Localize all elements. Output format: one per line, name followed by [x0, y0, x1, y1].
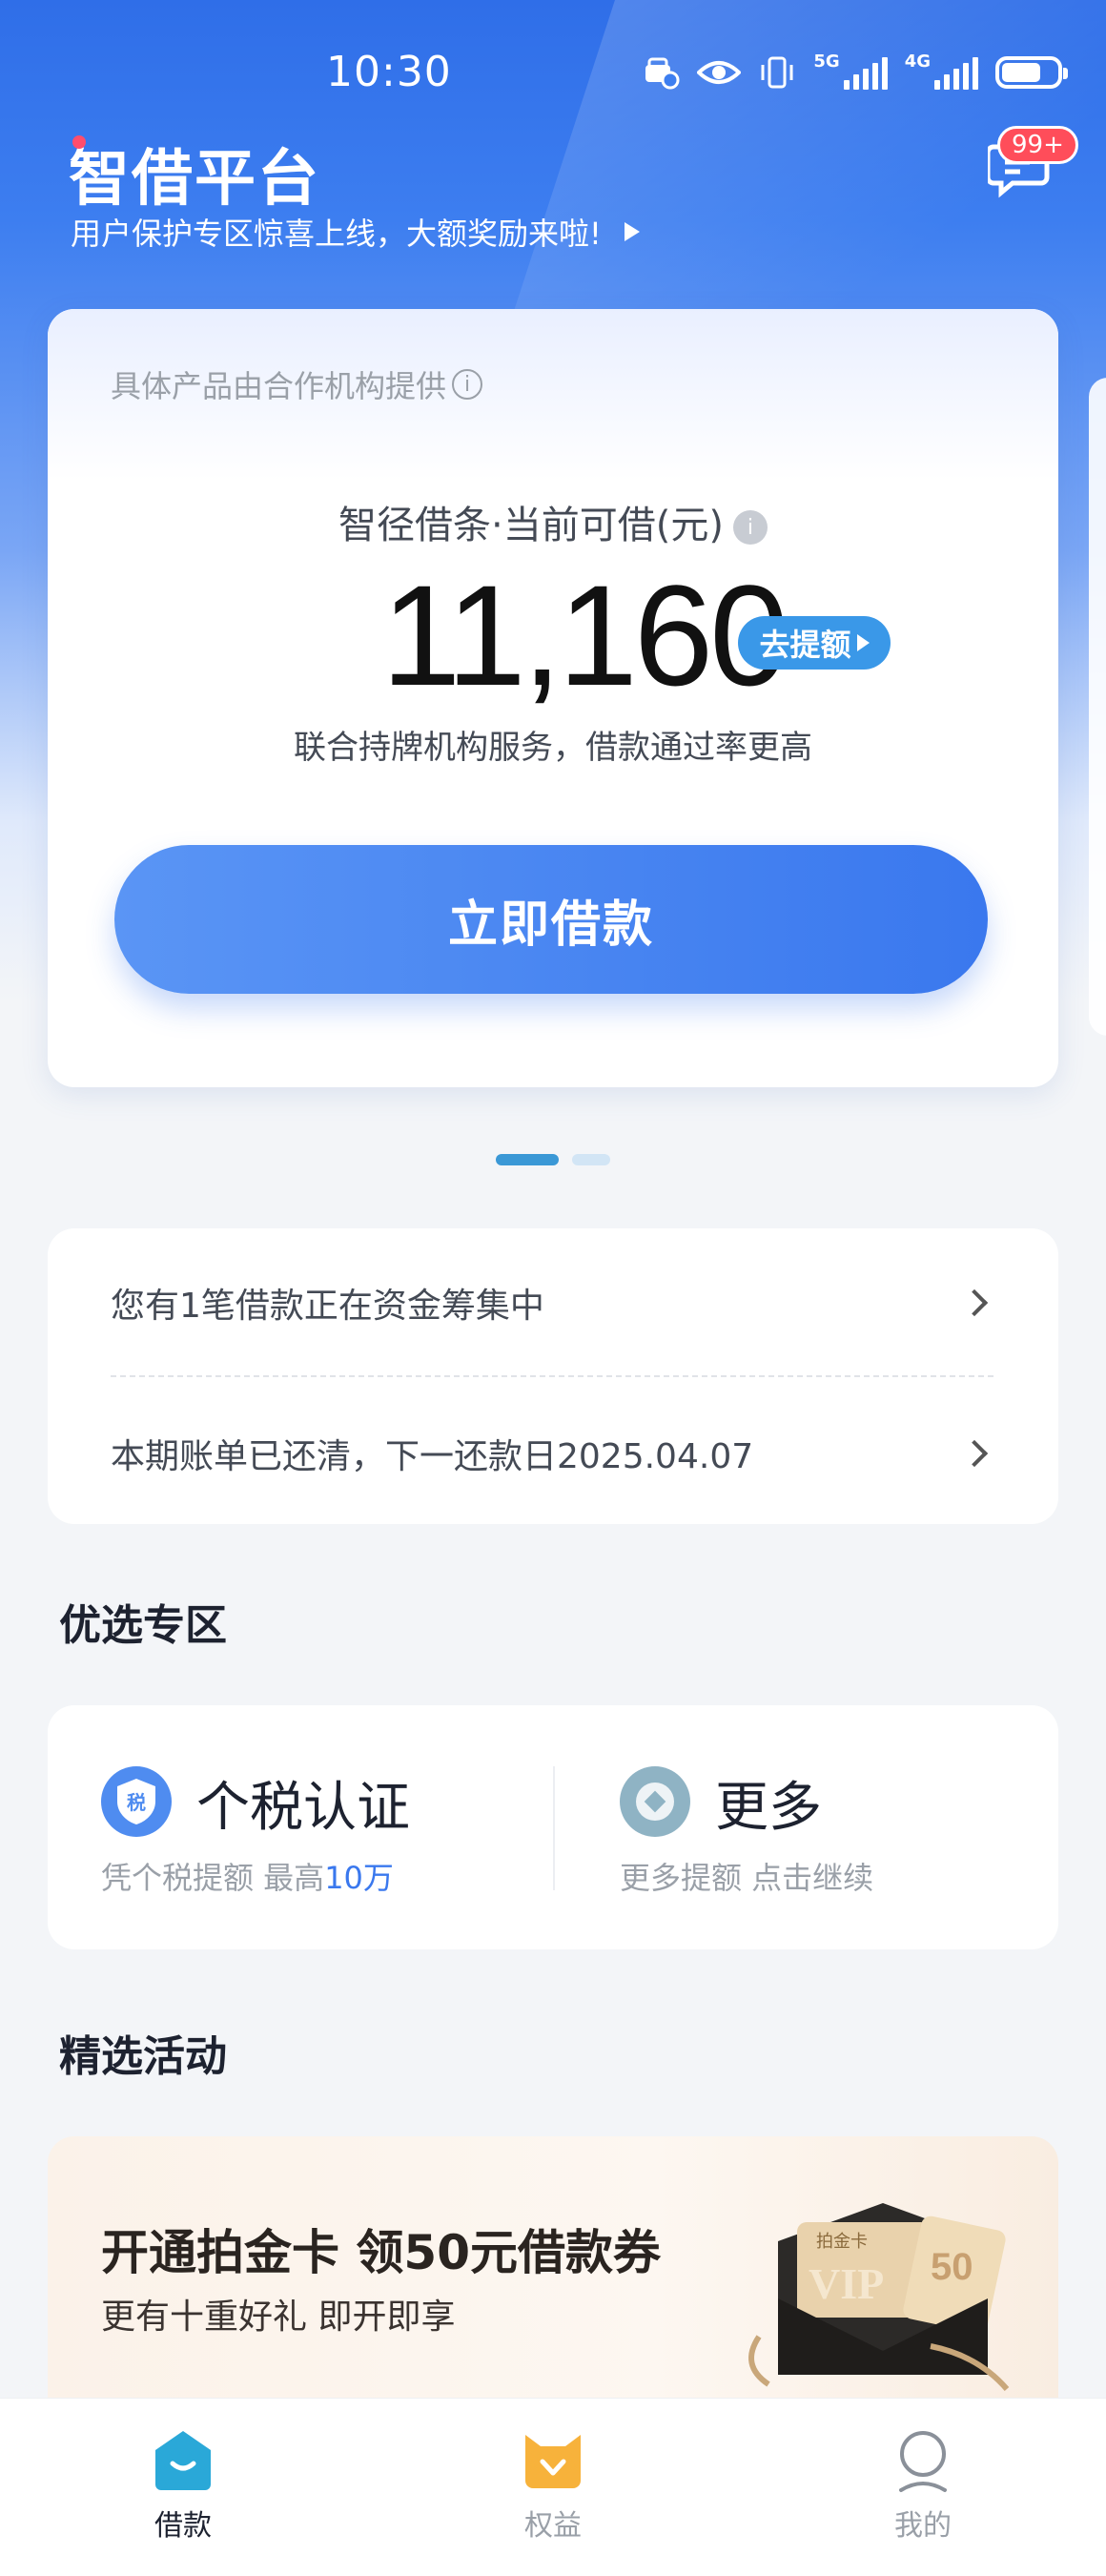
zone-divider: [553, 1766, 555, 1890]
amount-info-icon[interactable]: i: [732, 510, 768, 545]
available-amount: 11,160: [381, 555, 789, 715]
status-bar: 10:30 5G 4G: [0, 38, 1106, 114]
nav-label-rights: 权益: [524, 2509, 582, 2543]
featured-card: 税 个税认证 凭个税提额 最高10万 更多 更多提额 点击继续: [48, 1705, 1058, 1949]
chevron-right-icon: [960, 1288, 989, 1317]
more-coin-icon: [620, 1766, 690, 1837]
carousel-dot-active: [496, 1154, 559, 1165]
status-icons: 5G 4G: [642, 52, 1068, 92]
more-sub: 更多提额 点击继续: [620, 1860, 874, 1896]
car-mode-icon: [642, 53, 680, 92]
borrow-now-button[interactable]: 立即借款: [114, 845, 988, 994]
rights-cat-icon: [525, 2435, 581, 2488]
signal-5g-label: 5G: [813, 52, 840, 72]
signal-5g-icon: 5G: [813, 52, 888, 92]
tax-auth-sub-text: 凭个税提额 最高: [101, 1860, 325, 1896]
loan-card: 具体产品由合作机构提供 i 智径借条·当前可借(元) i 11,160 去提额 联…: [48, 309, 1058, 1087]
nav-tab-mine[interactable]: 我的: [828, 2427, 1018, 2544]
nav-tab-rights[interactable]: 权益: [458, 2427, 648, 2544]
promo-banner-link[interactable]: 用户保护专区惊喜上线，大额奖励来啦!: [71, 210, 640, 254]
tax-auth-max-amount: 10万: [324, 1860, 394, 1896]
coupon-value-glyph: 50: [931, 2246, 973, 2288]
notice-text: 您有1笔借款正在资金筹集中: [111, 1287, 544, 1326]
nav-label-loan: 借款: [154, 2509, 212, 2543]
platinum-card-banner[interactable]: 开通拍金卡 领50元借款券 更有十重好礼 即开即享 拍金卡 VIP 50: [48, 2136, 1058, 2403]
next-card-peek[interactable]: [1089, 378, 1106, 1036]
nav-tab-loan[interactable]: 借款: [88, 2427, 278, 2544]
vibrate-icon: [758, 53, 796, 92]
tax-auth-title: 个税认证: [196, 1777, 410, 1839]
notice-row-funding[interactable]: 您有1笔借款正在资金筹集中: [111, 1265, 993, 1341]
dashed-divider: [111, 1375, 993, 1377]
eye-icon: [697, 53, 742, 92]
tax-auth-item[interactable]: 税 个税认证 凭个税提额 最高10万: [101, 1705, 530, 1949]
app-title-text: 智借平台: [69, 144, 320, 215]
vip-glyph: VIP: [809, 2259, 884, 2308]
play-arrow-icon: [856, 634, 870, 651]
info-icon: i: [452, 369, 483, 400]
notice-row-bill[interactable]: 本期账单已还清，下一还款日2025.04.07: [111, 1415, 993, 1492]
tax-icon-glyph: 税: [127, 1791, 146, 1814]
service-note: 联合持牌机构服务，借款通过率更高: [294, 729, 812, 767]
vip-envelope-illustration: 拍金卡 VIP 50: [748, 2203, 1010, 2391]
nav-label-mine: 我的: [894, 2509, 952, 2543]
tax-auth-sub: 凭个税提额 最高10万: [101, 1854, 394, 1898]
card-label-glyph: 拍金卡: [816, 2232, 868, 2252]
chevron-right-icon: [960, 1439, 989, 1468]
raise-limit-button[interactable]: 去提额: [738, 616, 891, 670]
amount-label: 智径借条·当前可借(元) i: [48, 494, 1058, 549]
more-title: 更多: [715, 1777, 822, 1839]
home-loan-icon: [155, 2431, 211, 2490]
promo-banner-text: 用户保护专区惊喜上线，大额奖励来啦!: [71, 216, 602, 252]
battery-icon: [995, 53, 1068, 92]
message-count-badge: 99+: [997, 126, 1078, 164]
play-arrow-icon: [624, 222, 640, 241]
signal-4g-label: 4G: [904, 52, 931, 72]
carousel-dot: [572, 1154, 610, 1165]
signal-4g-icon: 4G: [905, 53, 978, 92]
featured-heading: 优选专区: [59, 1601, 227, 1650]
bottom-nav: 借款 权益 我的: [0, 2398, 1106, 2576]
amount-label-text: 智径借条·当前可借(元): [338, 504, 724, 547]
more-item[interactable]: 更多 更多提额 点击继续: [620, 1705, 1020, 1949]
app-title: 智借平台: [69, 130, 320, 217]
banner-subtitle: 更有十重好礼 即开即享: [101, 2298, 456, 2337]
profile-icon: [899, 2431, 947, 2492]
provider-note[interactable]: 具体产品由合作机构提供 i: [111, 362, 483, 406]
raise-limit-label: 去提额: [759, 627, 851, 663]
notice-text: 本期账单已还清，下一还款日2025.04.07: [111, 1437, 754, 1476]
provider-note-text: 具体产品由合作机构提供: [111, 368, 447, 404]
carousel-indicator: [496, 1154, 610, 1165]
notice-card: 您有1笔借款正在资金筹集中 本期账单已还清，下一还款日2025.04.07: [48, 1228, 1058, 1524]
status-time: 10:30: [326, 48, 452, 96]
logo-dot: [72, 135, 86, 149]
tax-shield-icon: 税: [101, 1766, 172, 1837]
banner-title: 开通拍金卡 领50元借款券: [101, 2225, 661, 2280]
activities-heading: 精选活动: [59, 2032, 227, 2081]
